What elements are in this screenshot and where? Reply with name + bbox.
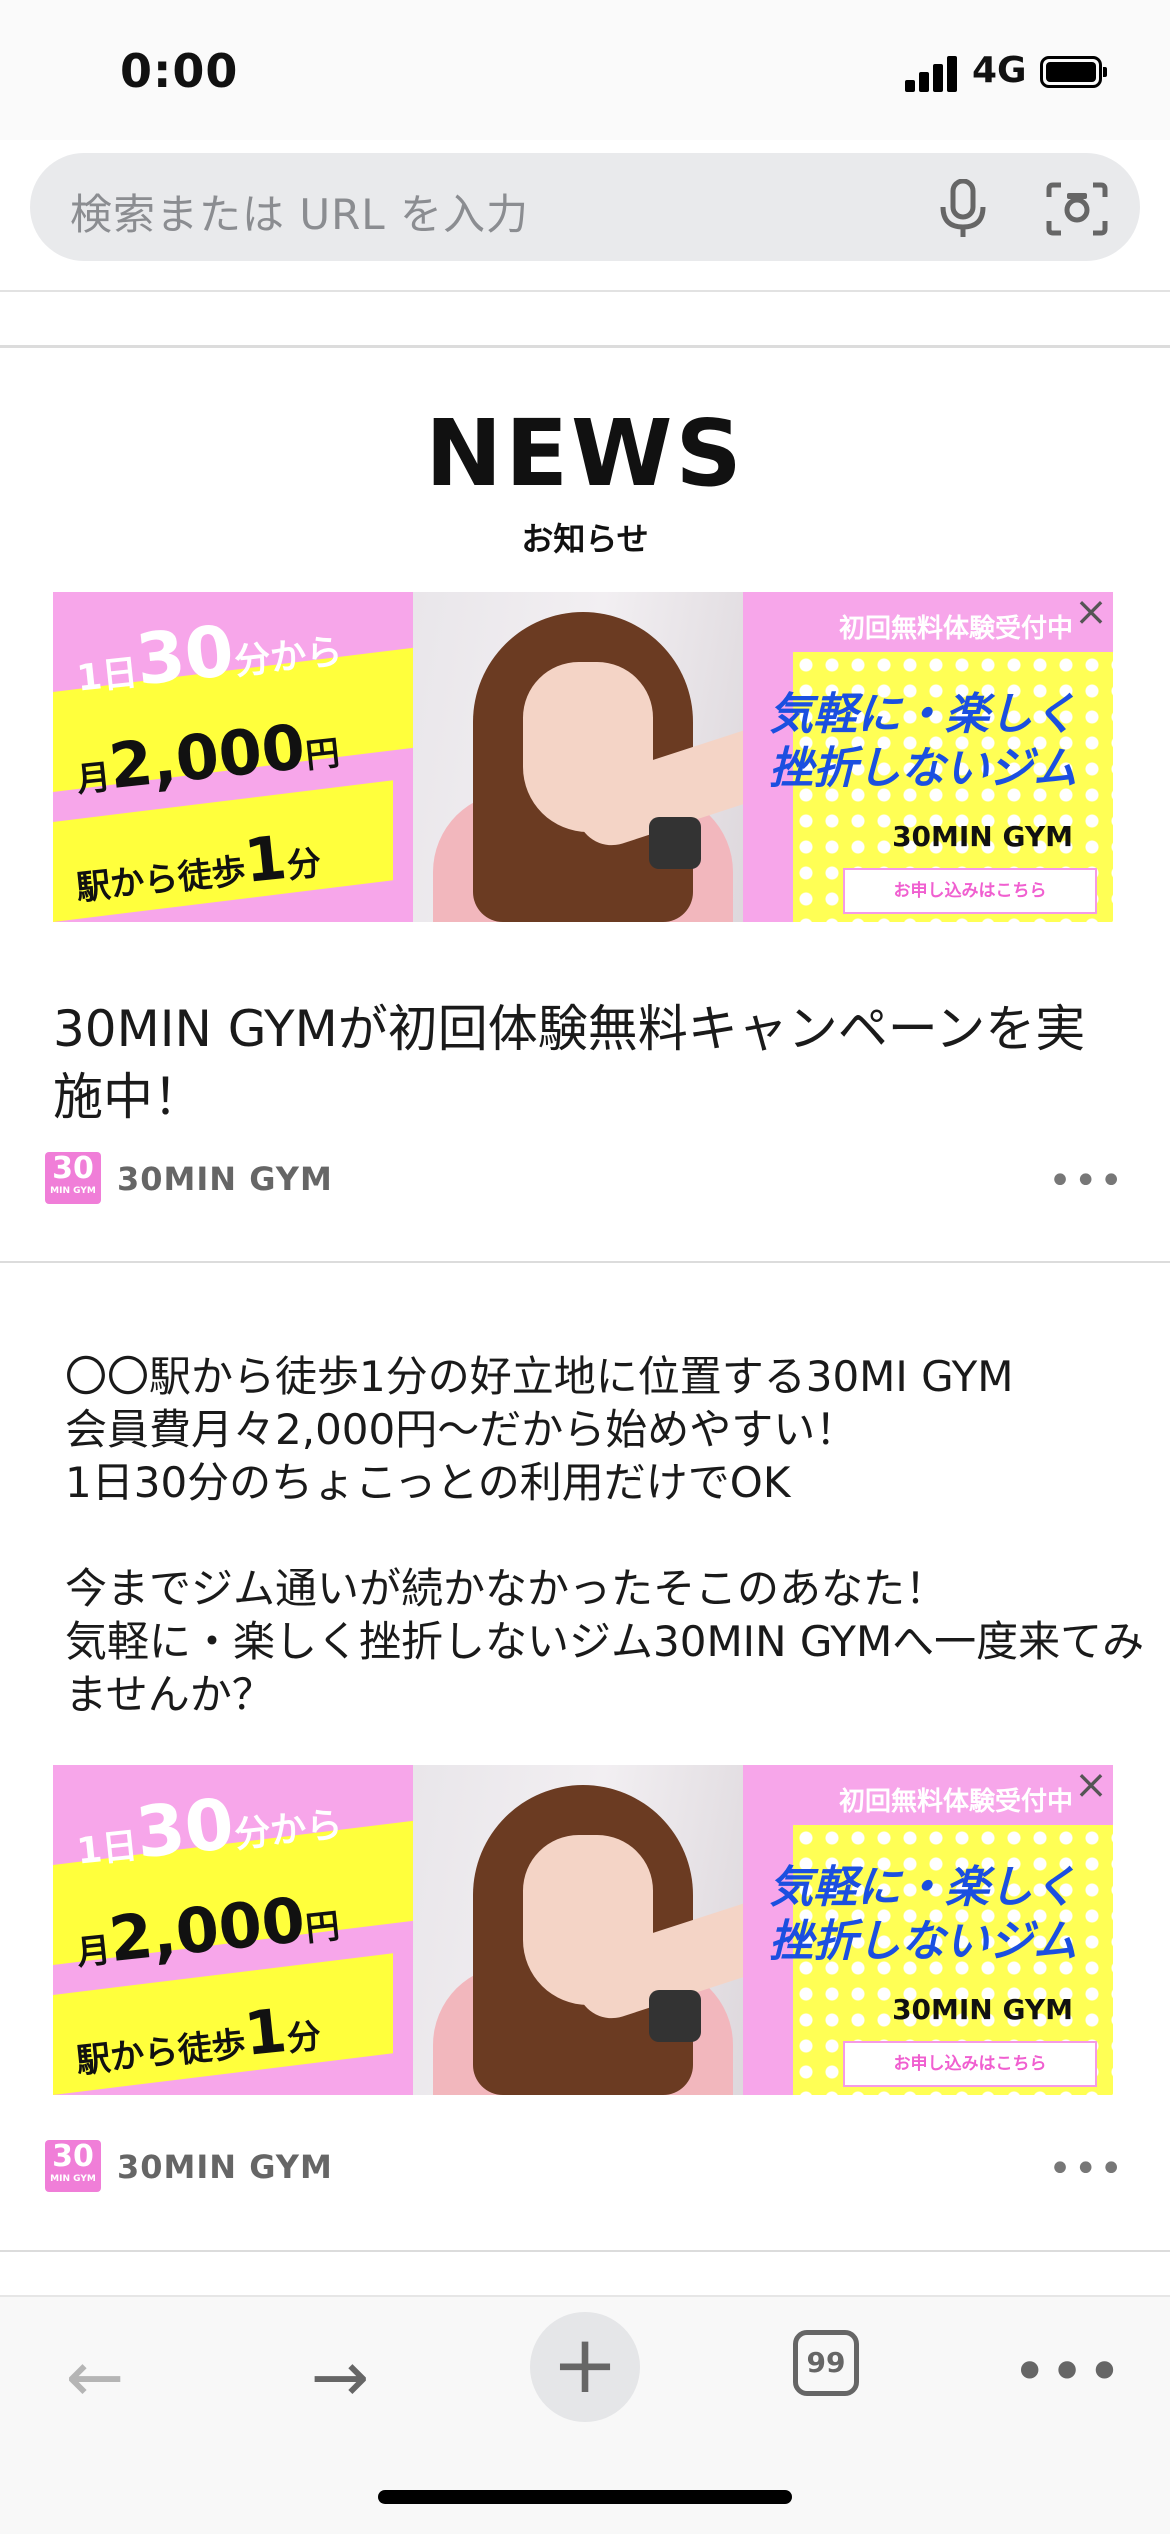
camera-search-icon[interactable] bbox=[1045, 181, 1109, 237]
signal-icon bbox=[905, 56, 961, 92]
search-placeholder: 検索または URL を入力 bbox=[70, 190, 530, 239]
ad-headline: 気軽に・楽しく 挫折しないジム bbox=[769, 689, 1077, 794]
tab-switcher-icon[interactable]: 99 bbox=[793, 2330, 859, 2396]
back-arrow-icon[interactable]: ← bbox=[55, 2337, 135, 2417]
ad-top-label: 初回無料体験受付中 bbox=[838, 614, 1073, 644]
news-subtitle: お知らせ bbox=[521, 520, 649, 558]
ad-brand: 30MIN GYM bbox=[892, 820, 1073, 853]
more-options-icon[interactable]: ••• bbox=[1048, 2146, 1125, 2192]
author-logo: 30 MIN GYM bbox=[45, 1152, 101, 1204]
watch-image bbox=[649, 1990, 701, 2042]
divider bbox=[0, 1261, 1170, 1263]
body-paragraph: 今までジム通いが続かなかったそこのあなた！ bbox=[65, 1564, 948, 1613]
divider bbox=[0, 2250, 1170, 2252]
ad-top-label: 初回無料体験受付中 bbox=[838, 1787, 1073, 1817]
body-paragraph: 会員費月々2,000円〜だから始めやすい！ bbox=[65, 1405, 858, 1454]
ad-headline: 気軽に・楽しく 挫折しないジム bbox=[769, 1862, 1077, 1967]
ad-banner[interactable]: 1日30分から 月2,000円 駅から徒歩1分 初回無料体験受付中 気軽に・楽し… bbox=[53, 592, 1113, 922]
divider bbox=[0, 290, 1170, 292]
divider bbox=[0, 345, 1170, 348]
search-input[interactable]: 検索または URL を入力 bbox=[30, 153, 1140, 261]
body-paragraph: 気軽に・楽しく挫折しないジム30MIN GYMへ一度来てみませんか？ bbox=[65, 1617, 1145, 1719]
ad-cta-button[interactable]: お申し込みはこちら bbox=[843, 868, 1097, 914]
new-tab-plus-icon[interactable]: + bbox=[530, 2312, 640, 2422]
close-icon[interactable]: × bbox=[1069, 592, 1113, 636]
news-title: NEWS bbox=[425, 400, 745, 507]
body-paragraph: 1日30分のちょこっとの利用だけでOK bbox=[65, 1458, 791, 1507]
ad-banner[interactable]: 1日30分から 月2,000円 駅から徒歩1分 初回無料体験受付中 気軽に・楽し… bbox=[53, 1765, 1113, 2095]
battery-icon bbox=[1040, 56, 1107, 88]
article-title[interactable]: 30MIN GYMが初回体験無料キャンペーンを実施中！ bbox=[53, 995, 1133, 1131]
ad-brand: 30MIN GYM bbox=[892, 1993, 1073, 2026]
status-bar: 0:00 4G bbox=[0, 0, 1170, 140]
author-logo: 30 MIN GYM bbox=[45, 2140, 101, 2192]
status-time: 0:00 bbox=[120, 44, 239, 98]
close-icon[interactable]: × bbox=[1069, 1765, 1113, 1809]
author-row: 30 MIN GYM 30MIN GYM ••• bbox=[45, 1148, 1135, 1208]
author-row: 30 MIN GYM 30MIN GYM ••• bbox=[45, 2136, 1135, 2196]
menu-more-icon[interactable]: ••• bbox=[1012, 2337, 1122, 2417]
author-name[interactable]: 30MIN GYM bbox=[117, 1160, 333, 1198]
home-indicator[interactable] bbox=[378, 2490, 792, 2504]
network-label: 4G bbox=[972, 50, 1027, 91]
ad-cta-button[interactable]: お申し込みはこちら bbox=[843, 2041, 1097, 2087]
watch-image bbox=[649, 817, 701, 869]
forward-arrow-icon[interactable]: → bbox=[300, 2337, 380, 2417]
more-options-icon[interactable]: ••• bbox=[1048, 1158, 1125, 1204]
microphone-icon[interactable] bbox=[935, 179, 991, 239]
article-body: 〇〇駅から徒歩1分の好立地に位置する30MI GYM 会員費月々2,000円〜だ… bbox=[65, 1350, 1145, 1721]
author-name[interactable]: 30MIN GYM bbox=[117, 2148, 333, 2186]
body-paragraph: 〇〇駅から徒歩1分の好立地に位置する30MI GYM bbox=[65, 1352, 1014, 1401]
